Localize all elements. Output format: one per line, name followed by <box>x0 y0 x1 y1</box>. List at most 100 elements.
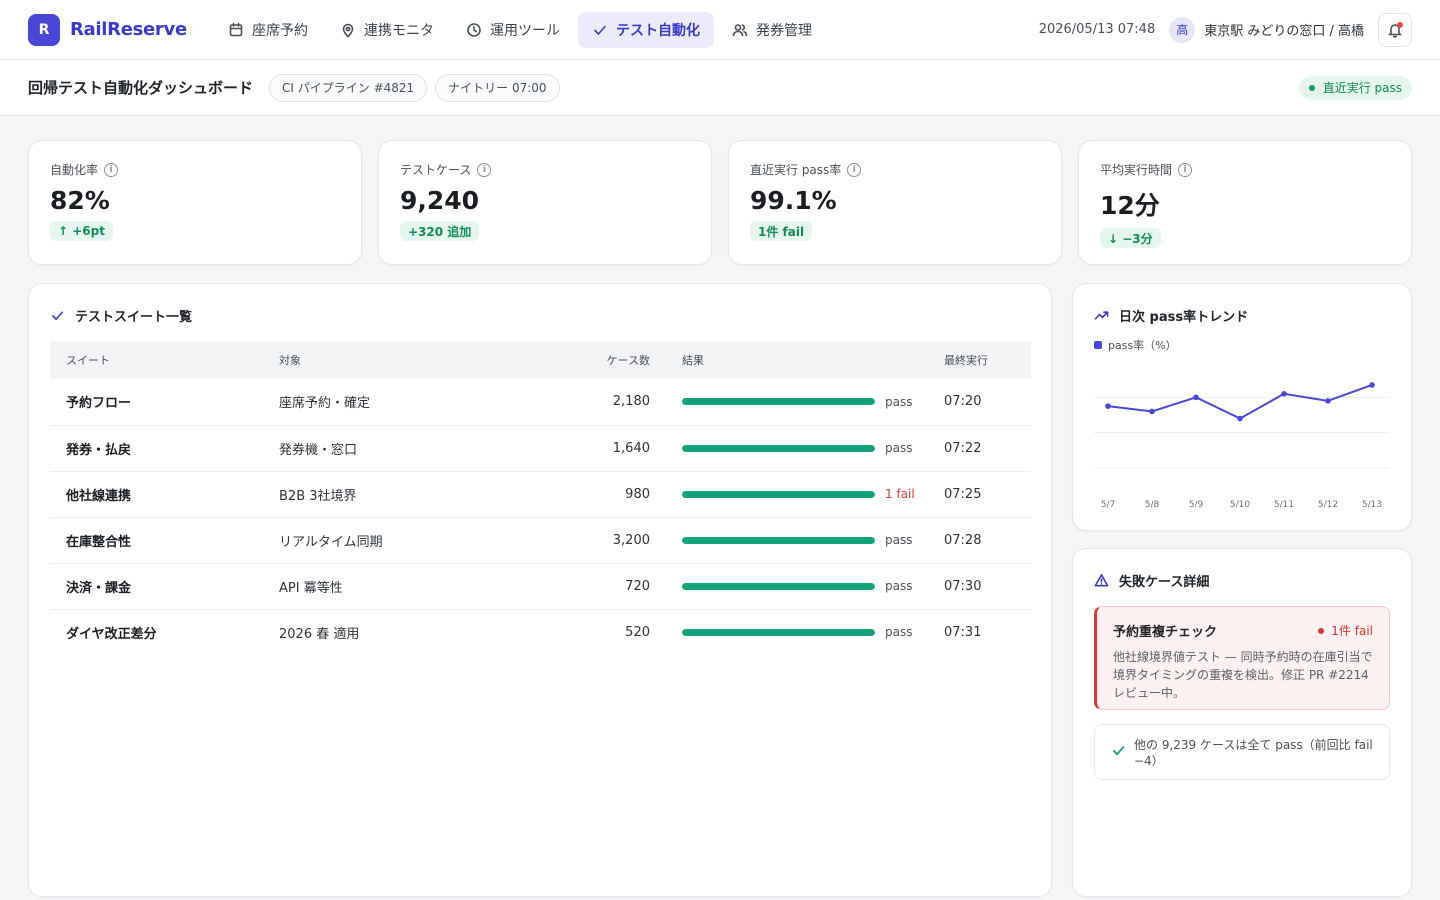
x-tick-label: 5/7 <box>1101 500 1115 510</box>
suite-result: pass <box>650 517 944 564</box>
x-tick-label: 5/8 <box>1145 500 1160 510</box>
result-text: pass <box>885 441 913 455</box>
suite-last-run: 07:20 <box>944 379 1031 426</box>
fails-title: 失敗ケース詳細 <box>1119 575 1210 590</box>
result-bar-wrap: pass <box>682 579 944 593</box>
fail-dot <box>1318 627 1325 634</box>
column-header-count[interactable]: ケース数 <box>544 341 650 379</box>
card-title: テストスイート一覧 <box>50 306 1030 325</box>
result-bar <box>682 536 875 544</box>
card-title: 日次 pass率トレンド <box>1094 306 1390 325</box>
result-text: pass <box>885 579 913 593</box>
kpi-badge: +320 追加 <box>400 221 480 241</box>
nav-item-test-automation[interactable]: テスト自動化 <box>578 11 714 48</box>
data-point[interactable] <box>1325 398 1331 404</box>
failed-case-name: 予約重複チェック <box>1113 625 1218 640</box>
suite-result: pass <box>650 379 944 426</box>
info-icon[interactable]: i <box>1178 162 1193 177</box>
x-tick-label: 5/12 <box>1318 500 1338 510</box>
table-row[interactable]: 決済・課金 API 冪等性 720 pass 07:30 <box>50 563 1031 610</box>
data-point[interactable] <box>1193 394 1199 401</box>
table-row[interactable]: 予約フロー 座席予約・確定 2,180 pass 07:20 <box>50 379 1031 426</box>
kpi-label-row: テストケース i <box>400 161 690 178</box>
suite-target: 発券機・窓口 <box>279 425 544 472</box>
column-header-result[interactable]: 結果 <box>650 341 944 379</box>
info-icon[interactable]: i <box>104 162 119 177</box>
table-row[interactable]: ダイヤ改正差分 2026 春 適用 520 pass 07:31 <box>50 609 1031 655</box>
page-title: 回帰テスト自動化ダッシュボード <box>28 79 254 97</box>
info-icon[interactable]: i <box>847 162 862 177</box>
result-bar <box>682 398 875 406</box>
data-point[interactable] <box>1105 403 1111 409</box>
failed-case-description: 他社線境界値テスト — 同時予約時の在庫引当で境界タイミングの重複を検出。修正 … <box>1113 650 1373 700</box>
data-point[interactable] <box>1369 382 1375 388</box>
data-point[interactable] <box>1237 415 1243 422</box>
suite-last-run: 07:22 <box>944 425 1031 472</box>
suite-name: 決済・課金 <box>50 563 279 610</box>
pass-summary-text: 他の 9,239 ケースは全て pass（前回比 fail −4） <box>1134 738 1373 768</box>
top-navbar: R RailReserve 座席予約 連携モニタ 運用ツール テスト自動化 発券… <box>0 0 1440 60</box>
failed-case-item[interactable]: 予約重複チェック 1件 fail 他社線境界値テスト — 同時予約時の在庫引当で… <box>1094 606 1390 710</box>
data-point[interactable] <box>1149 408 1155 415</box>
table-row[interactable]: 在庫整合性 リアルタイム同期 3,200 pass 07:28 <box>50 517 1031 564</box>
result-text: pass <box>885 533 913 547</box>
column-header-suite[interactable]: スイート <box>50 341 279 379</box>
pipeline-chip[interactable]: CI パイプライン #4821 <box>269 73 428 102</box>
column-header-target[interactable]: 対象 <box>279 341 544 379</box>
kpi-value: 9,240 <box>400 186 480 215</box>
suite-name: ダイヤ改正差分 <box>66 626 157 642</box>
kpi-card-automation-rate: 自動化率 i 82% ↑ +6pt <box>28 140 362 265</box>
kpi-card-pass-rate: 直近実行 pass率 i 99.1% 1件 fail <box>728 140 1062 265</box>
suite-result: pass <box>650 609 944 655</box>
brand-logo[interactable]: R RailReserve <box>28 13 214 46</box>
check-icon <box>1112 746 1125 756</box>
chart-legend: pass率（%） <box>1094 337 1390 353</box>
notification-button[interactable] <box>1378 12 1412 47</box>
x-tick-label: 5/9 <box>1189 500 1204 510</box>
kpi-label: テストケース <box>400 163 472 177</box>
result-bar-wrap: pass <box>682 533 944 547</box>
suite-name: 他社線連携 <box>50 471 279 518</box>
x-tick-label: 5/13 <box>1362 500 1382 510</box>
result-bar <box>682 444 875 452</box>
nightly-chip[interactable]: ナイトリー 07:00 <box>435 73 560 102</box>
kpi-label: 自動化率 <box>50 163 99 177</box>
avatar[interactable]: 高 <box>1169 16 1196 43</box>
card-title: 失敗ケース詳細 <box>1094 571 1390 590</box>
suite-target: B2B 3社境界 <box>279 471 544 518</box>
calendar-icon <box>229 22 243 36</box>
table-row[interactable]: 他社線連携 B2B 3社境界 980 1 fail 07:25 <box>50 471 1031 518</box>
result-bar-fill <box>682 490 875 498</box>
data-point[interactable] <box>1281 391 1287 397</box>
failed-case-tag: 1件 fail <box>1318 622 1373 639</box>
table-header-row: スイート 対象 ケース数 結果 最終実行 <box>50 341 1031 379</box>
clock-icon <box>467 22 481 37</box>
kpi-label-row: 自動化率 i <box>50 161 340 178</box>
kpi-value: 12分 <box>1100 191 1160 220</box>
kpi-value: 82% <box>50 186 110 215</box>
kpi-label: 平均実行時間 <box>1100 163 1173 177</box>
info-icon[interactable]: i <box>477 162 492 177</box>
suite-target: 座席予約・確定 <box>279 379 544 426</box>
nav-label: 発券管理 <box>756 22 812 39</box>
status-dot <box>1308 84 1315 91</box>
suite-last-run: 07:25 <box>944 471 1031 518</box>
nav-item-seat-reservation[interactable]: 座席予約 <box>214 12 322 48</box>
nav-item-integration-monitor[interactable]: 連携モニタ <box>326 12 448 48</box>
x-tick-label: 5/10 <box>1230 500 1250 510</box>
suites-table: スイート 対象 ケース数 結果 最終実行 予約フロー 座席予約・確定 2,180 pa… <box>50 341 1031 655</box>
kpi-label-row: 直近実行 pass率 i <box>750 161 1040 178</box>
nav-label: 座席予約 <box>252 22 308 39</box>
nav-item-ticketing[interactable]: 発券管理 <box>718 12 826 48</box>
kpi-label-row: 平均実行時間 i <box>1100 161 1390 178</box>
trend-chart: 5/7 5/8 5/9 5/10 5/11 5/12 5/13 <box>1094 382 1390 510</box>
trending-up-icon <box>1094 311 1109 320</box>
nav-label: 連携モニタ <box>364 22 434 39</box>
nav-item-ops-tools[interactable]: 運用ツール <box>452 12 574 48</box>
kpi-badge: 1件 fail <box>750 221 813 241</box>
check-icon <box>52 311 63 321</box>
table-row[interactable]: 発券・払戻 発券機・窓口 1,640 pass 07:22 <box>50 425 1031 472</box>
column-header-last-run[interactable]: 最終実行 <box>944 341 1031 379</box>
user-name[interactable]: 東京駅 みどりの窓口 / 高橋 <box>1204 20 1364 39</box>
kpi-badge: ↑ +6pt <box>50 221 113 241</box>
